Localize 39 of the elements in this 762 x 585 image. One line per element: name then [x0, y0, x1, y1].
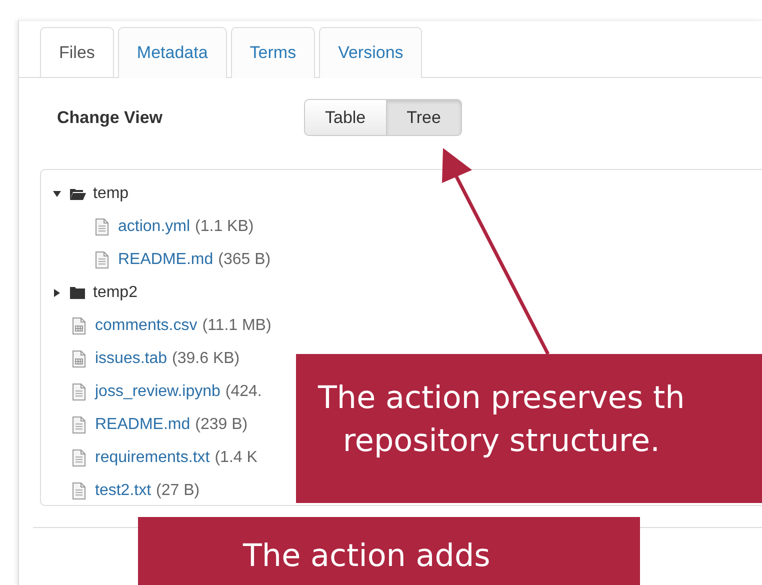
document-icon	[72, 448, 86, 466]
caret-down-icon[interactable]	[53, 190, 61, 198]
file-size: (39.6 KB)	[172, 348, 240, 368]
file-link[interactable]: README.md	[95, 412, 190, 436]
folder-icon	[70, 286, 86, 298]
document-icon	[72, 416, 86, 434]
file-link[interactable]: README.md	[118, 248, 214, 272]
file-size: (11.1 MB)	[202, 316, 272, 336]
folder-name[interactable]: temp	[93, 182, 129, 206]
file-size: (424.	[225, 382, 262, 402]
spreadsheet-file-icon	[72, 316, 86, 334]
callout-text: The action preserves th repository structure.	[318, 379, 685, 461]
tab[interactable]: Terms	[230, 27, 316, 78]
file-size: (27 B)	[156, 480, 200, 500]
view-toggle-button[interactable]: Tree	[386, 98, 462, 136]
tab[interactable]: Versions	[319, 27, 422, 78]
file-size: (239 B)	[195, 414, 248, 434]
document-icon	[95, 250, 109, 268]
caret-right-icon[interactable]	[53, 288, 61, 296]
file-size: (1.4 K	[214, 448, 258, 468]
open-folder-icon	[70, 188, 86, 200]
file-link[interactable]: test2.txt	[95, 478, 152, 502]
document-icon	[72, 482, 86, 500]
file-link[interactable]: issues.tab	[95, 346, 168, 370]
spreadsheet-file-icon	[72, 350, 86, 368]
file-link[interactable]: joss_review.ipynb	[95, 380, 220, 404]
tab[interactable]: Files	[40, 27, 114, 77]
file-link[interactable]: comments.csv	[95, 314, 198, 338]
folder-name[interactable]: temp2	[93, 280, 138, 304]
view-toggle-button[interactable]: Table	[304, 98, 387, 136]
tab[interactable]: Metadata	[118, 27, 227, 78]
view-label: Change View	[57, 106, 164, 129]
document-icon	[72, 382, 86, 400]
callout-text: The action adds	[243, 537, 490, 576]
file-link[interactable]: requirements.txt	[95, 446, 210, 470]
document-icon	[95, 218, 109, 236]
file-size: (1.1 KB)	[195, 216, 254, 236]
file-link[interactable]: action.yml	[118, 214, 190, 238]
file-size: (365 B)	[218, 250, 271, 270]
